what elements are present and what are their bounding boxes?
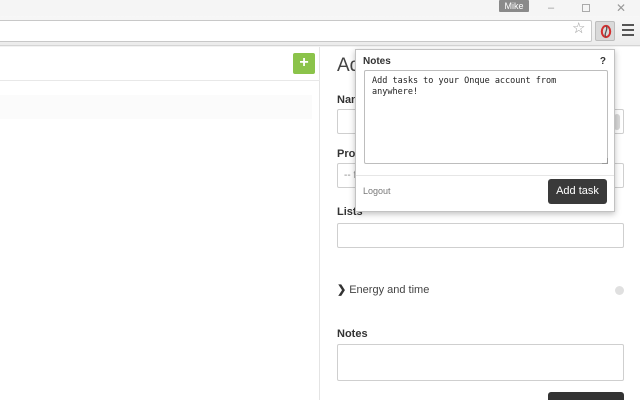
- list-item[interactable]: [0, 95, 312, 119]
- notes-field[interactable]: [337, 344, 624, 381]
- extension-popup: Notes ? Add tasks to your Onque account …: [355, 49, 615, 212]
- close-window-button[interactable]: ✕: [616, 2, 626, 14]
- popup-divider: [356, 175, 614, 176]
- help-icon[interactable]: ?: [600, 56, 606, 67]
- energy-info-icon[interactable]: [615, 286, 624, 295]
- task-list-header: [0, 47, 320, 81]
- task-list-pane: +: [0, 47, 320, 400]
- profile-badge[interactable]: Mike: [499, 0, 529, 12]
- chevron-right-icon: ❯: [337, 284, 347, 296]
- energy-time-label: Energy and time: [349, 284, 430, 296]
- energy-time-toggle[interactable]: ❯ Energy and time: [337, 283, 429, 296]
- hamburger-menu-icon[interactable]: [622, 24, 634, 39]
- browser-toolbar: [0, 16, 640, 46]
- title-bar: Mike – ✕: [0, 0, 640, 16]
- popup-title: Notes: [363, 56, 391, 67]
- minimize-button[interactable]: –: [548, 2, 554, 14]
- logout-link[interactable]: Logout: [363, 186, 391, 196]
- maximize-button[interactable]: [582, 4, 590, 12]
- add-task-button[interactable]: Add task: [548, 179, 607, 204]
- onque-extension-icon[interactable]: [595, 21, 615, 41]
- browser-window: Mike – ✕ ☆ + Ad Nan Proj -- f Lists ❯ En…: [0, 0, 640, 400]
- star-icon[interactable]: ☆: [572, 20, 585, 38]
- notes-label: Notes: [337, 328, 368, 340]
- submit-button[interactable]: [548, 392, 624, 400]
- add-task-plus-button[interactable]: +: [293, 53, 315, 74]
- address-bar[interactable]: [0, 20, 592, 42]
- lists-field[interactable]: [337, 223, 624, 248]
- notes-textarea[interactable]: Add tasks to your Onque account from any…: [364, 70, 608, 164]
- resize-grip-icon[interactable]: [602, 158, 608, 164]
